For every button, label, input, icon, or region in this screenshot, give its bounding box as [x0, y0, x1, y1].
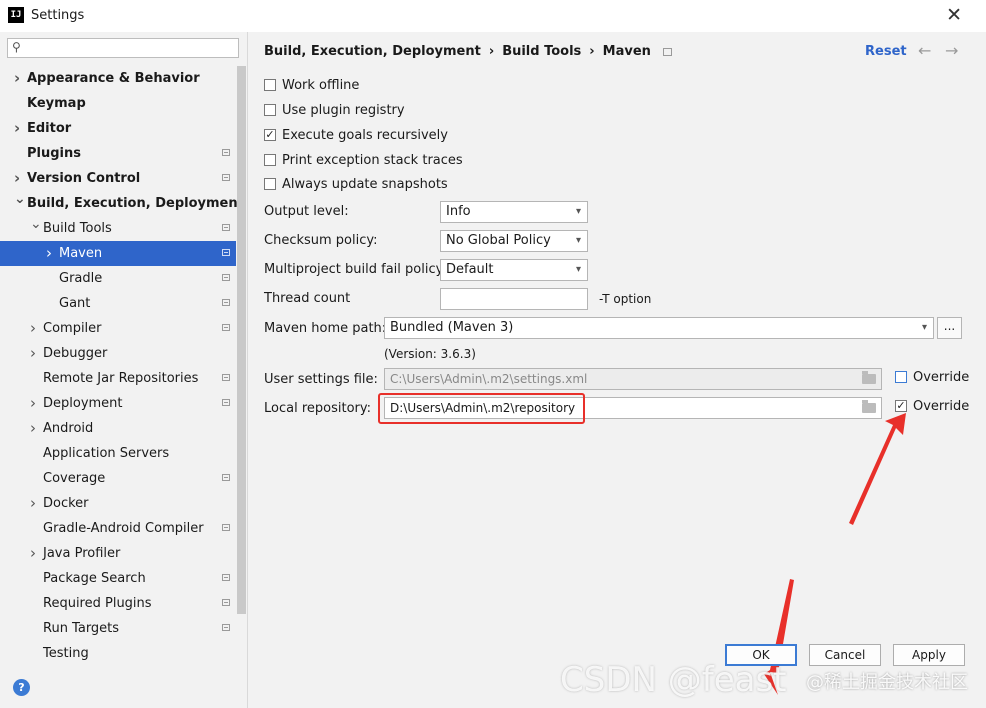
annotation-arrows	[764, 413, 906, 695]
juejin-watermark: @稀土掘金技术社区	[806, 672, 968, 693]
csdn-watermark: CSDN @feast	[560, 660, 787, 700]
annotation-arrow-override	[849, 413, 906, 525]
cancel-button[interactable]: Cancel	[809, 644, 881, 666]
apply-button[interactable]: Apply	[893, 644, 965, 666]
